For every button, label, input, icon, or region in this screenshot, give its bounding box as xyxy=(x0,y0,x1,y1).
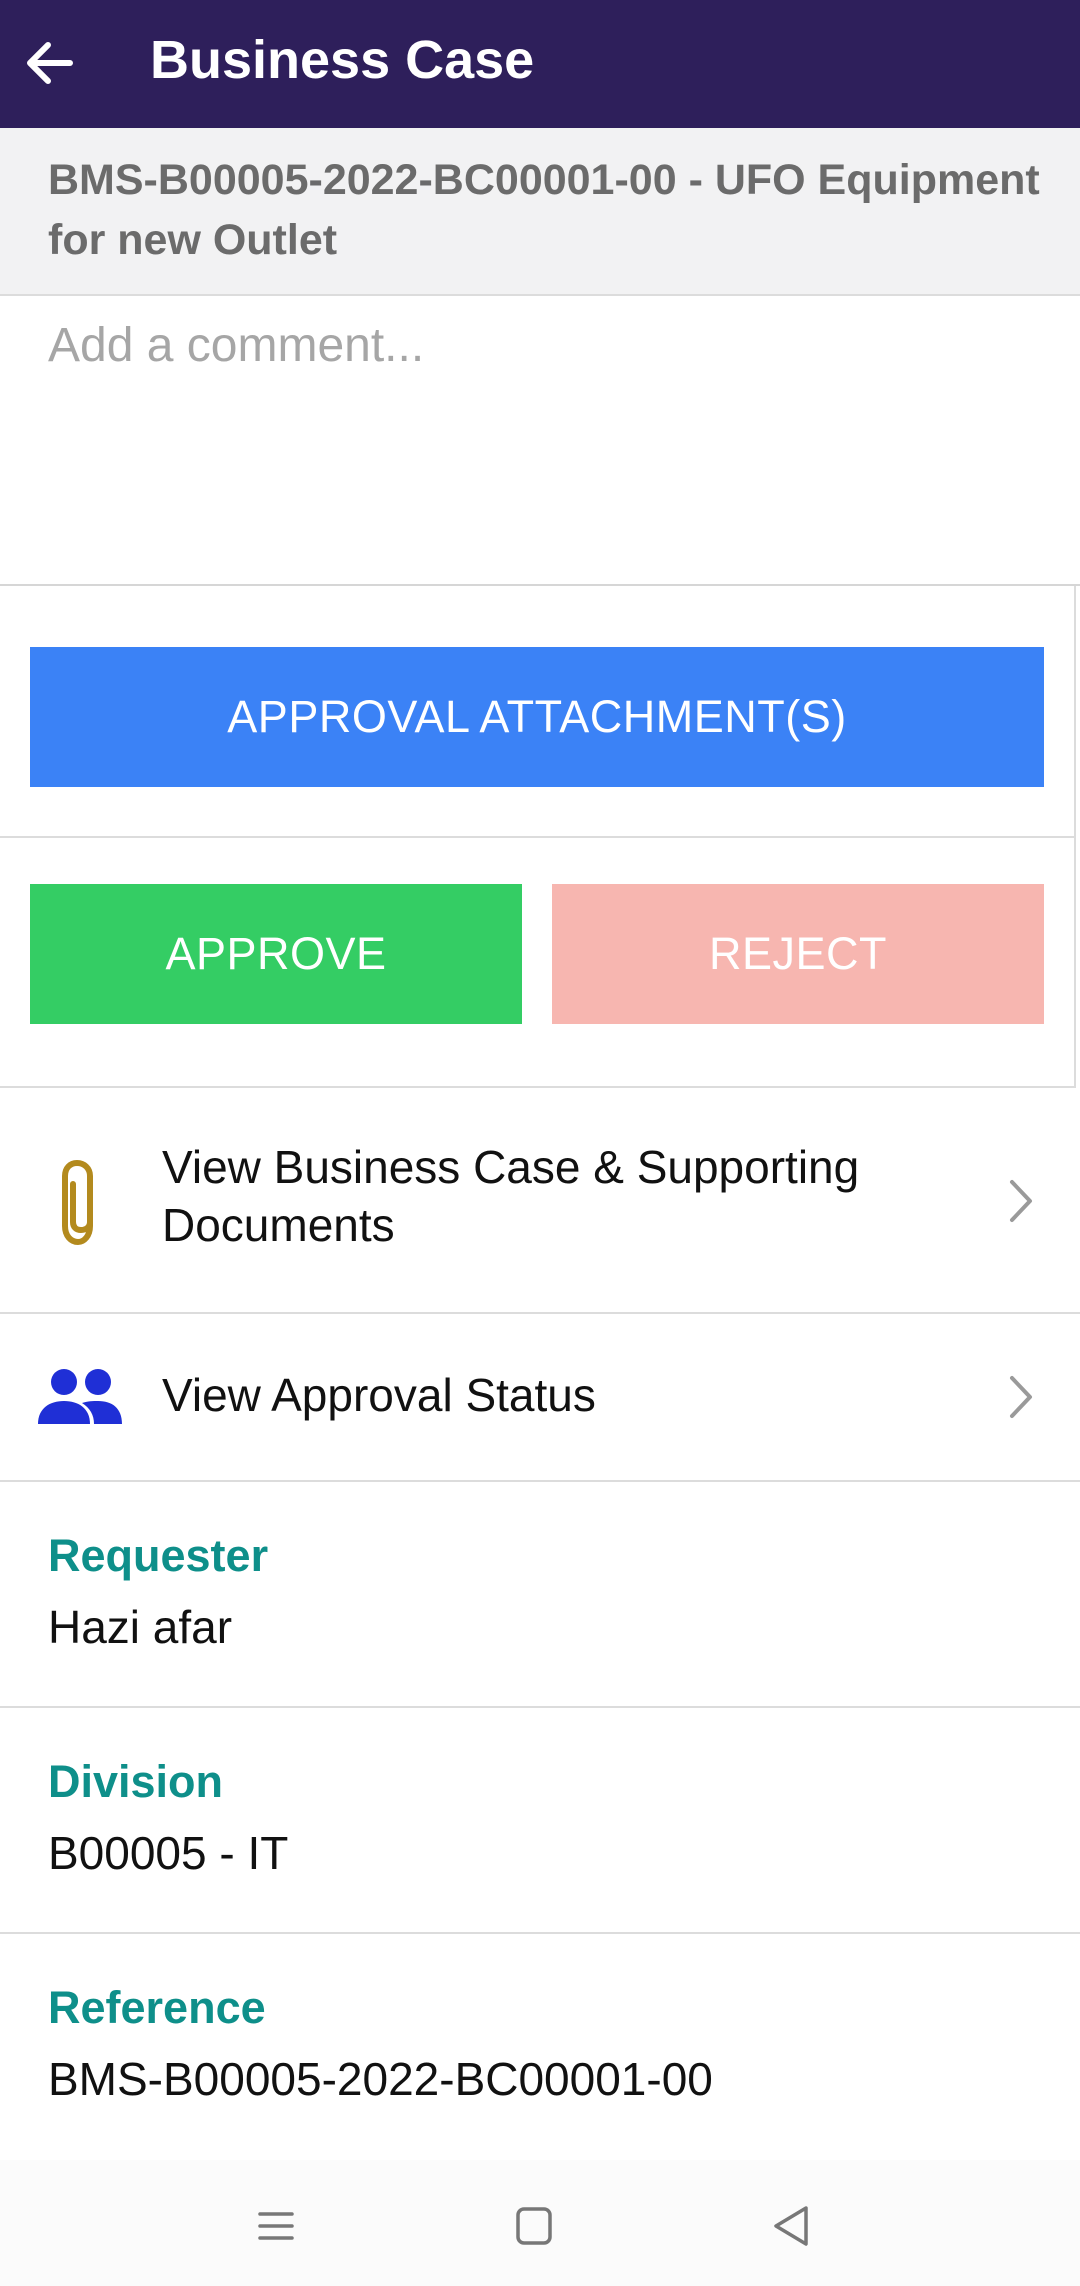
division-value: B00005 - IT xyxy=(48,1827,289,1879)
page-title: Business Case xyxy=(150,30,535,90)
requester-value: Hazi afar xyxy=(48,1601,233,1653)
chevron-right-icon xyxy=(1010,1180,1032,1222)
view-approval-status-row[interactable]: View Approval Status xyxy=(0,1314,1080,1482)
app-bar: Business Case xyxy=(0,0,1080,128)
people-icon xyxy=(38,1369,122,1424)
reference-label: Reference xyxy=(48,1982,266,2033)
square-icon[interactable] xyxy=(504,2196,564,2256)
arrow-left-icon[interactable] xyxy=(18,30,84,96)
reject-button[interactable]: REJECT xyxy=(552,884,1044,1024)
approve-label: APPROVE xyxy=(165,928,387,979)
case-header: BMS-B00005-2022-BC00001-00 - UFO Equipme… xyxy=(0,128,1080,296)
paperclip-icon xyxy=(62,1159,93,1246)
case-title: BMS-B00005-2022-BC00001-00 - UFO Equipme… xyxy=(48,156,1040,264)
comment-input[interactable] xyxy=(30,308,1080,588)
system-nav-bar xyxy=(0,2160,1080,2286)
division-label: Division xyxy=(48,1756,224,1807)
requester-field: Requester Hazi afar xyxy=(0,1482,1080,1708)
comment-area xyxy=(0,298,1080,588)
approve-button[interactable]: APPROVE xyxy=(30,884,522,1024)
reference-value: BMS-B00005-2022-BC00001-00 xyxy=(48,2053,713,2105)
reference-field: Reference BMS-B00005-2022-BC00001-00 xyxy=(0,1934,1080,2160)
triangle-back-icon[interactable] xyxy=(762,2196,822,2256)
view-documents-row[interactable]: View Business Case & Supporting Document… xyxy=(0,1088,1080,1314)
reject-label: REJECT xyxy=(708,928,887,979)
division-field: Division B00005 - IT xyxy=(0,1708,1080,1934)
approval-attachments-button[interactable]: APPROVAL ATTACHMENT(S) xyxy=(30,647,1044,787)
approval-attachments-label: APPROVAL ATTACHMENT(S) xyxy=(227,691,847,742)
requester-label: Requester xyxy=(48,1530,269,1581)
menu-icon[interactable] xyxy=(246,2196,306,2256)
view-approval-status-label: View Approval Status xyxy=(162,1369,596,1421)
view-documents-label: View Business Case & Supporting Document… xyxy=(162,1141,860,1251)
chevron-right-icon xyxy=(1010,1376,1032,1418)
